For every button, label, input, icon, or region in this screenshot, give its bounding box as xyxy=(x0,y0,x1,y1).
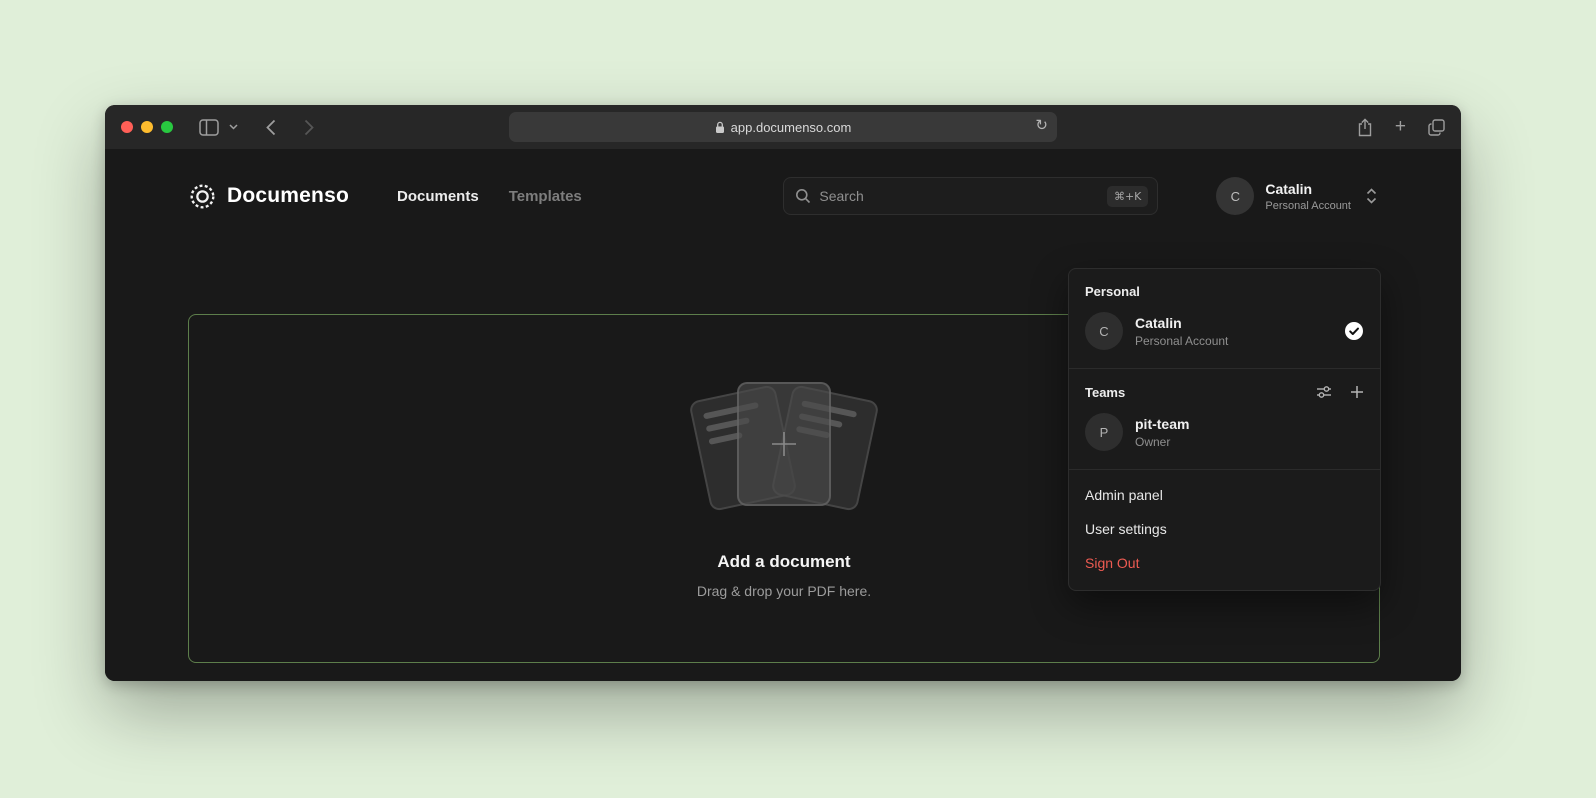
dropzone-title: Add a document xyxy=(717,552,850,572)
account-avatar: C xyxy=(1216,177,1254,215)
plus-icon xyxy=(767,427,801,461)
team-item[interactable]: P pit-team Owner xyxy=(1083,411,1366,457)
account-type: Personal Account xyxy=(1265,200,1351,212)
traffic-lights xyxy=(121,121,173,133)
browser-window: app.documenso.com ↻ + xyxy=(105,105,1461,681)
personal-avatar: C xyxy=(1085,312,1123,350)
nav-templates[interactable]: Templates xyxy=(509,188,582,205)
brand[interactable]: Documenso xyxy=(189,183,349,210)
main-nav: Documents Templates xyxy=(397,188,582,205)
menu-item-admin-panel[interactable]: Admin panel xyxy=(1069,478,1380,512)
search-shortcut-badge: ⌘+K xyxy=(1107,186,1148,207)
personal-type: Personal Account xyxy=(1135,334,1228,348)
app-header: Documenso Documents Templates ⌘+K C Cata… xyxy=(105,149,1461,243)
search-icon xyxy=(795,188,811,204)
chevron-up-down-icon xyxy=(1366,187,1377,205)
team-name: pit-team xyxy=(1135,416,1189,432)
url-text: app.documenso.com xyxy=(731,120,852,135)
menu-item-user-settings[interactable]: User settings xyxy=(1069,512,1380,546)
lock-icon xyxy=(715,121,725,134)
personal-account-item[interactable]: C Catalin Personal Account xyxy=(1083,310,1366,356)
refresh-icon[interactable]: ↻ xyxy=(1035,116,1048,136)
new-tab-icon[interactable]: + xyxy=(1395,116,1406,138)
close-window-button[interactable] xyxy=(121,121,133,133)
account-menu-trigger[interactable]: C Catalin Personal Account xyxy=(1216,177,1377,215)
team-role: Owner xyxy=(1135,435,1189,449)
nav-documents[interactable]: Documents xyxy=(397,188,479,205)
menu-teams-section: Teams xyxy=(1069,369,1380,469)
share-icon[interactable] xyxy=(1357,118,1373,137)
zoom-window-button[interactable] xyxy=(161,121,173,133)
back-button[interactable] xyxy=(266,119,276,136)
personal-name: Catalin xyxy=(1135,315,1228,331)
browser-titlebar: app.documenso.com ↻ + xyxy=(105,105,1461,149)
sidebar-chevron-icon[interactable] xyxy=(229,124,238,130)
minimize-window-button[interactable] xyxy=(141,121,153,133)
menu-personal-section: Personal C Catalin Personal Account xyxy=(1069,269,1380,368)
menu-actions: Admin panel User settings Sign Out xyxy=(1069,470,1380,590)
account-name: Catalin xyxy=(1265,181,1351,197)
create-team-icon[interactable] xyxy=(1350,385,1364,399)
search-box[interactable]: ⌘+K xyxy=(783,177,1158,215)
dropzone-subtitle: Drag & drop your PDF here. xyxy=(697,583,871,599)
documenso-logo-icon xyxy=(189,183,216,210)
tab-overview-icon[interactable] xyxy=(1428,119,1445,136)
address-bar[interactable]: app.documenso.com ↻ xyxy=(509,112,1057,142)
titlebar-right-controls: + xyxy=(1357,116,1445,138)
personal-section-label: Personal xyxy=(1083,281,1366,310)
forward-button[interactable] xyxy=(304,119,314,136)
account-dropdown-menu: Personal C Catalin Personal Account xyxy=(1068,268,1381,591)
manage-teams-icon[interactable] xyxy=(1316,384,1332,400)
search-input[interactable] xyxy=(819,188,1099,204)
documents-illustration xyxy=(679,378,889,528)
selected-check-icon xyxy=(1344,321,1364,341)
team-avatar: P xyxy=(1085,413,1123,451)
sidebar-toggle-icon[interactable] xyxy=(199,119,219,136)
page-content: Documenso Documents Templates ⌘+K C Cata… xyxy=(105,149,1461,681)
brand-name: Documenso xyxy=(227,184,349,208)
add-document-card xyxy=(737,382,831,506)
menu-item-sign-out[interactable]: Sign Out xyxy=(1069,546,1380,580)
teams-section-label: Teams xyxy=(1085,385,1125,400)
